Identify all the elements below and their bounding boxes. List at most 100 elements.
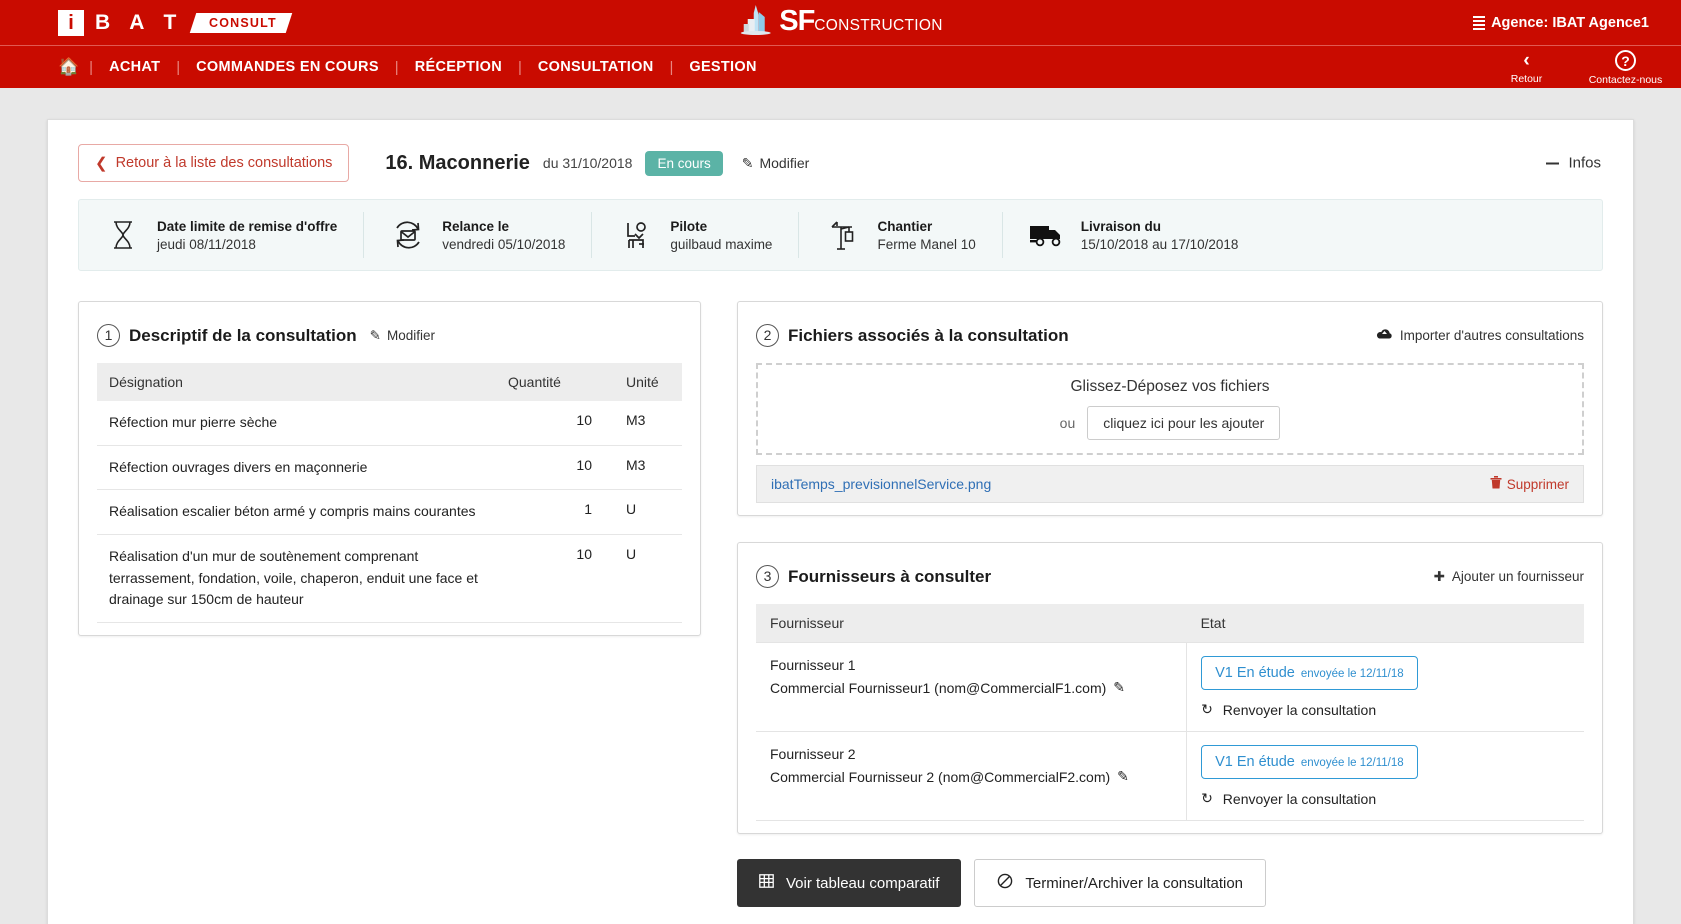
contact-text: Commercial Fournisseur1 (nom@CommercialF… xyxy=(770,680,1106,696)
status-badge[interactable]: V1 En étude envoyée le 12/11/18 xyxy=(1201,745,1418,779)
building-icon xyxy=(738,3,772,40)
cell-quantite: 10 xyxy=(496,445,604,490)
modify-consultation-link[interactable]: ✎ Modifier xyxy=(742,155,810,172)
nav-item-consultation[interactable]: CONSULTATION xyxy=(522,59,670,75)
resend-consultation-button[interactable]: ↻ Renvoyer la consultation xyxy=(1201,790,1570,807)
list-icon xyxy=(1473,16,1485,30)
column-header-fournisseur: Fournisseur xyxy=(756,604,1187,643)
brand-logo[interactable]: i B A T CONSULT xyxy=(0,10,289,36)
fournisseurs-table: Fournisseur Etat Fournisseur 1 Commercia… xyxy=(756,604,1584,821)
nav-item-gestion[interactable]: GESTION xyxy=(673,59,772,75)
back-button-label: Retour à la liste des consultations xyxy=(116,155,333,171)
content-columns: 1 Descriptif de la consultation ✎ Modifi… xyxy=(78,301,1603,924)
nav-item-reception[interactable]: RÉCEPTION xyxy=(399,59,518,75)
view-comparative-table-button[interactable]: Voir tableau comparatif xyxy=(737,859,961,907)
column-header-unite: Unité xyxy=(604,363,682,401)
file-name-link[interactable]: ibatTemps_previsionnelService.png xyxy=(771,476,991,492)
nav-action-label: Retour xyxy=(1511,73,1543,85)
info-label: Relance le xyxy=(442,219,565,234)
status-sent-date: envoyée le 12/11/18 xyxy=(1301,757,1404,769)
cell-unite: U xyxy=(604,535,682,623)
cell-fournisseur: Fournisseur 1 Commercial Fournisseur1 (n… xyxy=(756,643,1187,732)
cell-designation: Réfection mur pierre sèche xyxy=(97,401,496,445)
nav-action-retour[interactable]: ‹ Retour xyxy=(1489,51,1564,85)
cell-unite: U xyxy=(604,490,682,535)
dropzone-title: Glissez-Déposez vos fichiers xyxy=(1071,378,1270,396)
home-icon[interactable]: 🏠 xyxy=(58,57,89,77)
status-sent-date: envoyée le 12/11/18 xyxy=(1301,668,1404,680)
page-title: 16. Maconnerie xyxy=(385,152,530,175)
table-row: Réalisation escalier béton armé y compri… xyxy=(97,490,682,535)
resend-consultation-button[interactable]: ↻ Renvoyer la consultation xyxy=(1201,701,1570,718)
brand-consult-tag: CONSULT xyxy=(190,13,292,33)
info-label: Date limite de remise d'offre xyxy=(157,219,337,234)
descriptif-modify-link[interactable]: ✎ Modifier xyxy=(370,328,435,344)
nav-item-achat[interactable]: ACHAT xyxy=(93,59,176,75)
panel-title: Descriptif de la consultation xyxy=(129,326,357,346)
footer-actions: Voir tableau comparatif Terminer/Archive… xyxy=(737,859,1603,924)
delete-file-button[interactable]: Supprimer xyxy=(1490,476,1569,492)
status-badge[interactable]: V1 En étude envoyée le 12/11/18 xyxy=(1201,656,1418,690)
info-value: jeudi 08/11/2018 xyxy=(157,237,337,252)
panel-title: Fichiers associés à la consultation xyxy=(788,326,1069,346)
add-fournisseur-button[interactable]: ✚ Ajouter un fournisseur xyxy=(1434,569,1584,585)
right-column: 2 Fichiers associés à la consultation Im… xyxy=(737,301,1603,924)
cell-quantite: 10 xyxy=(496,401,604,445)
descriptif-header: 1 Descriptif de la consultation ✎ Modifi… xyxy=(97,324,682,347)
refresh-icon: ↻ xyxy=(1201,701,1213,718)
brand-letters: B A T xyxy=(95,11,183,35)
table-icon xyxy=(759,874,774,892)
nav-action-contact[interactable]: ? Contactez-nous xyxy=(1588,50,1663,86)
consultation-date: du 31/10/2018 xyxy=(543,155,633,171)
cloud-upload-icon xyxy=(1376,328,1393,344)
nav-item-commandes-en-cours[interactable]: COMMANDES EN COURS xyxy=(180,59,395,75)
top-bar: i B A T CONSULT SF CONSTRUCTION Agence: … xyxy=(0,0,1681,45)
table-row: Réfection ouvrages divers en maçonnerie … xyxy=(97,445,682,490)
truck-icon xyxy=(1029,222,1065,248)
contact-text: Commercial Fournisseur 2 (nom@Commercial… xyxy=(770,769,1110,785)
info-cell-pilote: Pilote guilbaud maxime xyxy=(591,212,798,258)
fichiers-header: 2 Fichiers associés à la consultation Im… xyxy=(756,324,1584,347)
cell-fournisseur: Fournisseur 2 Commercial Fournisseur 2 (… xyxy=(756,732,1187,821)
left-column: 1 Descriptif de la consultation ✎ Modifi… xyxy=(78,301,701,636)
main-navigation: 🏠 | ACHAT | COMMANDES EN COURS | RÉCEPTI… xyxy=(0,45,1681,88)
add-files-button[interactable]: cliquez ici pour les ajouter xyxy=(1087,406,1280,440)
fournisseur-name: Fournisseur 2 xyxy=(770,746,1172,762)
brand-i-mark: i xyxy=(58,10,84,36)
back-to-list-button[interactable]: ❮ Retour à la liste des consultations xyxy=(78,144,349,182)
infos-label: Infos xyxy=(1568,155,1601,172)
step-number: 1 xyxy=(97,324,120,347)
consultation-card: ❮ Retour à la liste des consultations 16… xyxy=(47,119,1634,924)
pencil-icon: ✎ xyxy=(742,155,754,172)
agency-indicator[interactable]: Agence: IBAT Agence1 xyxy=(1473,15,1649,31)
file-dropzone[interactable]: Glissez-Déposez vos fichiers ou cliquez … xyxy=(756,363,1584,455)
compare-label: Voir tableau comparatif xyxy=(786,875,939,892)
cell-etat: V1 En étude envoyée le 12/11/18 ↻ Renvoy… xyxy=(1187,732,1584,821)
cell-quantite: 1 xyxy=(496,490,604,535)
cell-designation: Réfection ouvrages divers en maçonnerie xyxy=(97,445,496,490)
fichiers-panel: 2 Fichiers associés à la consultation Im… xyxy=(737,301,1603,516)
archive-consultation-button[interactable]: Terminer/Archiver la consultation xyxy=(974,859,1266,907)
minus-icon xyxy=(1546,162,1559,164)
refresh-icon: ↻ xyxy=(1201,790,1213,807)
sf-construction-word: CONSTRUCTION xyxy=(814,17,942,35)
info-label: Chantier xyxy=(877,219,975,234)
plus-icon: ✚ xyxy=(1434,569,1445,585)
consultation-header: ❮ Retour à la liste des consultations 16… xyxy=(78,144,1603,182)
table-row: Fournisseur 2 Commercial Fournisseur 2 (… xyxy=(756,732,1584,821)
info-cell-deadline: Date limite de remise d'offre jeudi 08/1… xyxy=(79,212,363,258)
pencil-icon[interactable]: ✎ xyxy=(1113,679,1125,696)
delete-label: Supprimer xyxy=(1507,477,1569,492)
nav-actions: ‹ Retour ? Contactez-nous xyxy=(1489,46,1663,89)
infos-toggle[interactable]: Infos xyxy=(1546,155,1601,172)
import-label: Importer d'autres consultations xyxy=(1400,328,1584,343)
ban-icon xyxy=(997,873,1013,893)
table-header-row: Désignation Quantité Unité xyxy=(97,363,682,401)
info-value: Ferme Manel 10 xyxy=(877,237,975,252)
import-consultations-button[interactable]: Importer d'autres consultations xyxy=(1376,328,1584,344)
table-row: Réalisation d'un mur de soutènement comp… xyxy=(97,535,682,623)
pencil-icon[interactable]: ✎ xyxy=(1117,768,1129,785)
nav-action-label: Contactez-nous xyxy=(1589,74,1663,86)
fournisseur-contact: Commercial Fournisseur1 (nom@CommercialF… xyxy=(770,679,1172,696)
info-value: 15/10/2018 au 17/10/2018 xyxy=(1081,237,1239,252)
